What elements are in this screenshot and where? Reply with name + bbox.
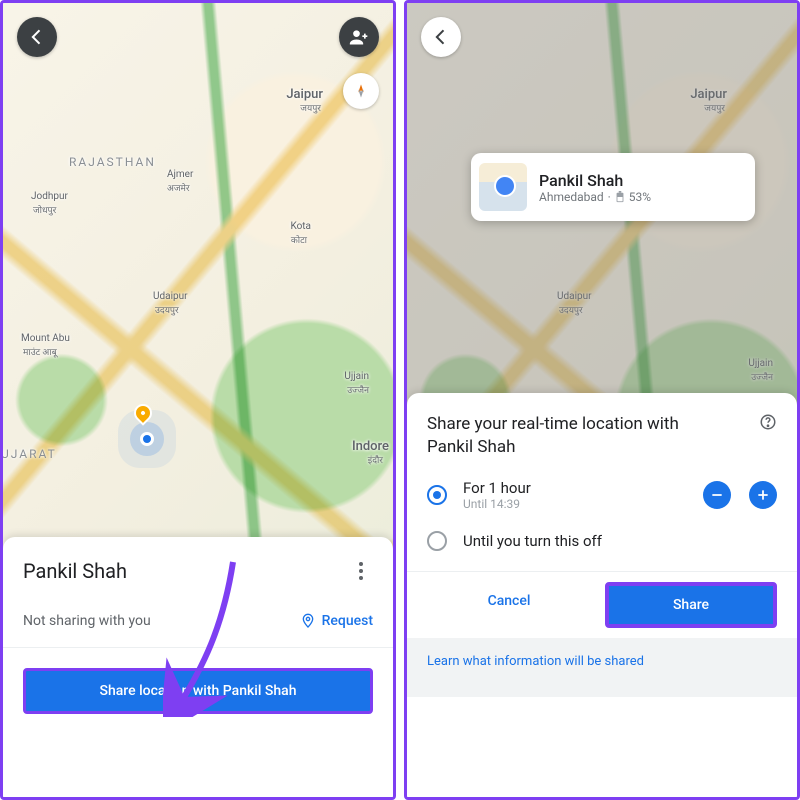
share-location-button[interactable]: Share location with Pankil Shah [23,668,373,714]
label-jaipur-hi: जयपुर [704,101,725,114]
share-button[interactable]: Share [605,582,777,628]
label-jodhpur: Jodhpur [31,191,68,202]
label-jaipur: Jaipur [690,87,727,102]
plus-icon [756,488,770,502]
duration-option-until-off[interactable]: Until you turn this off [407,521,797,561]
contact-sheet: Pankil Shah Not sharing with you Request… [3,537,393,797]
info-link-label: Learn what information will be shared [427,654,644,669]
left-screenshot: Jaipur जयपुर RAJASTHAN Jodhpur जोधपुर Aj… [0,0,396,800]
decrease-duration-button[interactable] [703,481,731,509]
divider [407,571,797,572]
duration-option-1hour[interactable]: For 1 hour Until 14:39 [407,469,797,521]
request-label: Request [322,613,373,629]
label-udaipur: Udaipur [557,291,592,302]
label-ujjain: Ujjain [748,358,773,369]
location-pin[interactable] [130,400,155,425]
add-person-button[interactable] [339,17,379,57]
contact-card-name: Pankil Shah [539,171,651,190]
label-mountabu-hi: माउंट आबू [23,345,57,358]
radio-unselected-icon [427,531,447,551]
label-ujjain-hi: उज्जैन [751,370,773,383]
label-ujjain-hi: उज्जैन [347,383,369,396]
sharing-status: Not sharing with you [23,613,151,629]
compass-icon [353,83,369,99]
contact-card-battery: 53% [629,190,651,204]
opt2-label: Until you turn this off [463,532,602,550]
share-label: Share [673,597,709,613]
label-kota-hi: कोटा [291,233,307,246]
label-udaipur-hi: उदयपुर [559,303,583,316]
label-jaipur-hi: जयपुर [300,101,321,114]
person-add-icon [349,27,369,47]
back-button[interactable] [421,17,461,57]
label-jodhpur-hi: जोधपुर [33,203,56,216]
label-ujjain: Ujjain [344,371,369,382]
label-indore-hi: इंदौर [368,453,383,466]
current-location-dot [140,432,154,446]
request-location-button[interactable]: Request [300,613,373,629]
share-sheet: Share your real-time location with Panki… [407,393,797,797]
label-udaipur-hi: उदयपुर [155,303,179,316]
label-kota: Kota [290,221,311,232]
contact-name: Pankil Shah [23,559,127,583]
arrow-left-icon [27,27,47,47]
back-button[interactable] [17,17,57,57]
opt1-label: For 1 hour [463,479,531,497]
label-udaipur: Udaipur [153,291,188,302]
label-indore: Indore [352,439,389,454]
compass-button[interactable] [343,73,379,109]
contact-card[interactable]: Pankil Shah Ahmedabad · 53% [471,153,755,221]
label-ujarat: UJARAT [1,447,57,461]
radio-selected-icon [427,485,447,505]
label-mountabu: Mount Abu [21,333,70,344]
overflow-menu-button[interactable] [349,562,373,580]
share-sheet-title: Share your real-time location with Panki… [427,413,727,459]
minus-icon [710,488,724,502]
cancel-label: Cancel [488,593,531,609]
label-ajmer: Ajmer [167,169,193,180]
pin-outline-icon [300,613,316,629]
avatar-map-thumb [479,163,527,211]
label-jaipur: Jaipur [286,87,323,102]
battery-icon [615,191,625,203]
help-icon[interactable] [759,413,777,431]
info-link[interactable]: Learn what information will be shared [407,638,797,697]
opt1-sub: Until 14:39 [463,497,531,511]
increase-duration-button[interactable] [749,481,777,509]
right-screenshot: Jaipur जयपुर Udaipur उदयपुर Ujjain उज्जै… [404,0,800,800]
label-ajmer-hi: अजमेर [167,181,190,194]
label-rajasthan: RAJASTHAN [69,155,156,169]
arrow-left-icon [431,27,451,47]
share-location-label: Share location with Pankil Shah [100,683,297,699]
cancel-button[interactable]: Cancel [427,582,591,628]
contact-card-city: Ahmedabad [539,190,604,204]
